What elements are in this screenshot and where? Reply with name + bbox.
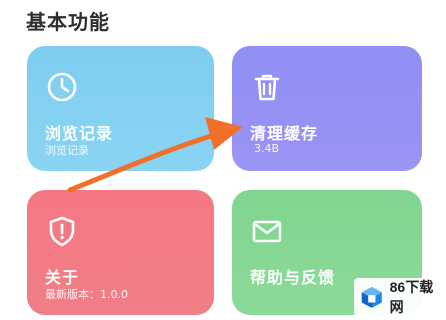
clock-icon (47, 72, 77, 102)
cube-logo-icon (361, 286, 382, 308)
about-title: 关于 (45, 268, 80, 287)
history-subtitle: 浏览记录 (45, 144, 89, 157)
about-version: 最新版本：1.0.0 (45, 288, 128, 301)
basic-functions-page: 基本功能 浏览记录 浏览记录 清理缓存 3.4B 关于 最新版本：1.0.0 帮… (0, 0, 446, 320)
site-watermark: 86下载网 (354, 278, 442, 316)
section-title: 基本功能 (26, 10, 110, 34)
trash-icon (254, 74, 280, 101)
about-card[interactable]: 关于 最新版本：1.0.0 (27, 190, 214, 315)
clear-cache-title: 清理缓存 (250, 124, 319, 143)
help-feedback-title: 帮助与反馈 (250, 268, 336, 287)
mail-icon (252, 220, 282, 243)
history-title: 浏览记录 (45, 124, 114, 143)
shield-alert-icon (49, 216, 75, 247)
clear-cache-card[interactable]: 清理缓存 3.4B (232, 46, 422, 171)
history-card[interactable]: 浏览记录 浏览记录 (27, 46, 214, 171)
watermark-text: 86下载网 (389, 279, 434, 315)
cache-size: 3.4B (254, 142, 280, 155)
